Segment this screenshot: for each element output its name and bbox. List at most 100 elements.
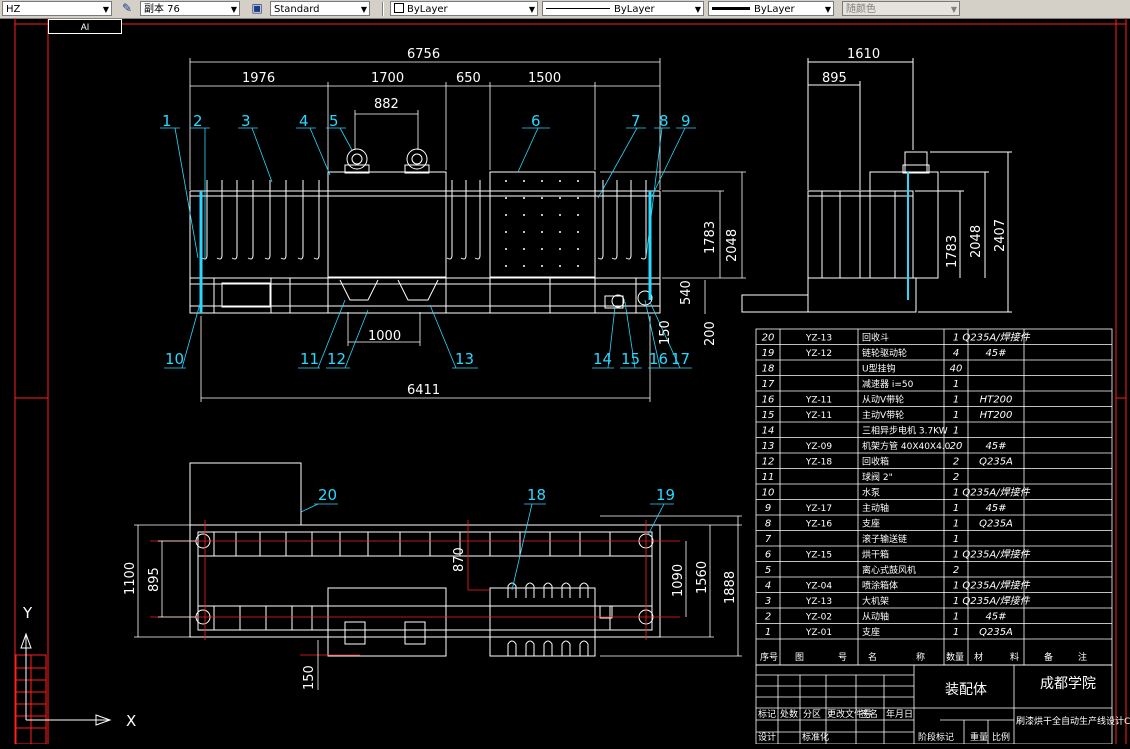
- dim-1000: 1000: [368, 329, 401, 344]
- front-view: [189, 148, 661, 314]
- properties-toolbar: HZ ▼ ✎ 副本 76 ▼ ▣ Standard ▼ ByLayer ▼ ByLaye…: [0, 0, 1130, 19]
- table-cell-mat: HT200: [980, 410, 1013, 421]
- table-cell-name: 从动V带轮: [862, 394, 904, 406]
- callout-14: 14: [593, 350, 612, 368]
- plotstyle-dropdown[interactable]: 随颜色 ▼: [842, 1, 960, 16]
- table-cell-mat: 45#: [985, 612, 1006, 623]
- table-row: 5 离心式鼓风机 2: [765, 564, 959, 576]
- table-cell-no: 11: [762, 472, 775, 483]
- sheet-border: [14, 18, 1127, 745]
- table-cell-mat: Q235A: [979, 627, 1013, 638]
- textstyle-icon[interactable]: ▣: [248, 1, 266, 16]
- table-cell-name: 回收斗: [862, 332, 889, 344]
- dim-540: 540: [679, 280, 694, 305]
- callout-11: 11: [300, 350, 319, 368]
- table-row: 4 YZ-04 喷涂箱体 1 Q235A/焊接件: [765, 580, 1031, 592]
- table-cell-qty: 20: [950, 441, 963, 452]
- table-cell-qty: 1: [953, 612, 959, 623]
- table-cell-no: 15: [762, 410, 775, 421]
- table-row: 16 YZ-11 从动V带轮 1 HT200: [762, 394, 1013, 406]
- table-row: 10 水泵 1 Q235A/焊接件: [762, 487, 1031, 499]
- dimstyle-dropdown[interactable]: 副本 76 ▼: [140, 1, 240, 16]
- table-cell-no: 7: [765, 534, 772, 545]
- table-cell-mat: Q235A: [979, 519, 1013, 530]
- label-date: 年月日: [886, 708, 913, 720]
- parts-table-rows: 20 YZ-13 回收斗 1 Q235A/焊接件19 YZ-12 链轮驱动轮 4 45#18 U型…: [762, 332, 1031, 639]
- table-cell-qty: 1: [953, 410, 959, 421]
- plan-dimension-lines: [134, 515, 742, 690]
- label-count: 处数: [780, 708, 798, 720]
- table-cell-qty: 1: [953, 550, 959, 561]
- chevron-down-icon: ▼: [824, 5, 831, 14]
- label-zone: 分区: [803, 709, 821, 720]
- callout-7: 7: [631, 112, 641, 130]
- dim-side-895: 895: [822, 71, 847, 86]
- table-cell-code: YZ-11: [805, 396, 832, 406]
- table-cell-mat: Q235A/焊接件: [962, 595, 1030, 607]
- front-view-hooks: [201, 180, 647, 260]
- plotstyle-value: 随颜色: [846, 4, 876, 15]
- table-cell-code: YZ-18: [805, 458, 832, 468]
- textstyle-dropdown[interactable]: Standard ▼: [270, 1, 370, 16]
- dim-plan-1888: 1888: [723, 571, 738, 604]
- table-row: 2 YZ-02 从动轴 1 45#: [765, 611, 1007, 623]
- layout-tab-ai[interactable]: AI: [48, 19, 122, 34]
- table-cell-code: YZ-15: [805, 551, 832, 561]
- table-row: 13 YZ-09 机架方管 40X40X4.0 20 45#: [762, 440, 1007, 452]
- label-design: 设计: [758, 731, 776, 743]
- label-weight: 重量: [970, 731, 988, 743]
- table-cell-qty: 1: [953, 426, 959, 437]
- table-cell-mat: HT200: [980, 395, 1013, 406]
- table-cell-name: 回收箱: [862, 456, 889, 468]
- label-sign: 签名: [860, 708, 878, 720]
- table-cell-mat: Q235A/焊接件: [962, 549, 1030, 561]
- table-cell-qty: 40: [950, 364, 963, 375]
- table-cell-no: 10: [762, 488, 775, 499]
- table-cell-code: YZ-17: [805, 504, 832, 514]
- header-no: 序号: [760, 651, 778, 663]
- table-cell-qty: 1: [953, 333, 959, 344]
- color-swatch-icon: [394, 3, 404, 13]
- label-standard: 标准化: [802, 731, 829, 743]
- table-cell-mat: 45#: [985, 503, 1006, 514]
- table-cell-code: YZ-16: [805, 520, 832, 530]
- dim-side-2048: 2048: [969, 225, 984, 258]
- table-cell-qty: 1: [953, 627, 959, 638]
- chevron-down-icon: ▼: [230, 5, 237, 14]
- table-cell-qty: 1: [953, 488, 959, 499]
- table-cell-name: 烘干箱: [862, 549, 889, 561]
- table-row: 9 YZ-17 主动轴 1 45#: [765, 502, 1007, 514]
- table-row: 18 U型挂钩 40: [762, 363, 963, 375]
- header-note-2: 注: [1078, 651, 1087, 663]
- dimstyle-icon[interactable]: ✎: [118, 1, 136, 16]
- table-cell-no: 5: [765, 565, 771, 576]
- dim-side-1610: 1610: [847, 47, 880, 62]
- chevron-down-icon: ▼: [694, 5, 701, 14]
- ucs-y-label: Y: [22, 604, 33, 622]
- table-cell-qty: 1: [953, 379, 959, 390]
- table-row: 14 三相异步电机 3.7KW 1: [762, 425, 960, 437]
- table-cell-name: 机架方管 40X40X4.0: [862, 440, 951, 452]
- callout-2: 2: [193, 112, 203, 130]
- header-mat-2: 料: [1010, 651, 1019, 663]
- table-cell-no: 2: [765, 612, 771, 623]
- callout-1: 1: [162, 112, 172, 130]
- lineweight-dropdown[interactable]: ByLayer ▼: [708, 1, 834, 16]
- dim-650: 650: [456, 71, 481, 86]
- table-cell-qty: 2: [953, 457, 959, 468]
- layer-dropdown[interactable]: HZ ▼: [2, 1, 112, 16]
- table-cell-name: 减速器 i=50: [862, 378, 914, 390]
- table-cell-name: 从动轴: [862, 611, 889, 623]
- drawing-canvas[interactable]: Y X 6756 1976 1700 650 1500 882 1783 204…: [0, 18, 1130, 745]
- label-stage: 阶段标记: [918, 731, 954, 743]
- table-cell-qty: 1: [953, 503, 959, 514]
- table-cell-mat: Q235A/焊接件: [962, 487, 1030, 499]
- dim-150: 150: [658, 320, 673, 345]
- table-cell-no: 3: [765, 596, 771, 607]
- table-cell-code: YZ-13: [805, 334, 832, 344]
- color-dropdown[interactable]: ByLayer ▼: [390, 1, 538, 16]
- table-cell-no: 16: [762, 395, 775, 406]
- callout-9: 9: [681, 112, 691, 130]
- table-cell-no: 14: [762, 426, 775, 437]
- linetype-dropdown[interactable]: ByLayer ▼: [542, 1, 704, 16]
